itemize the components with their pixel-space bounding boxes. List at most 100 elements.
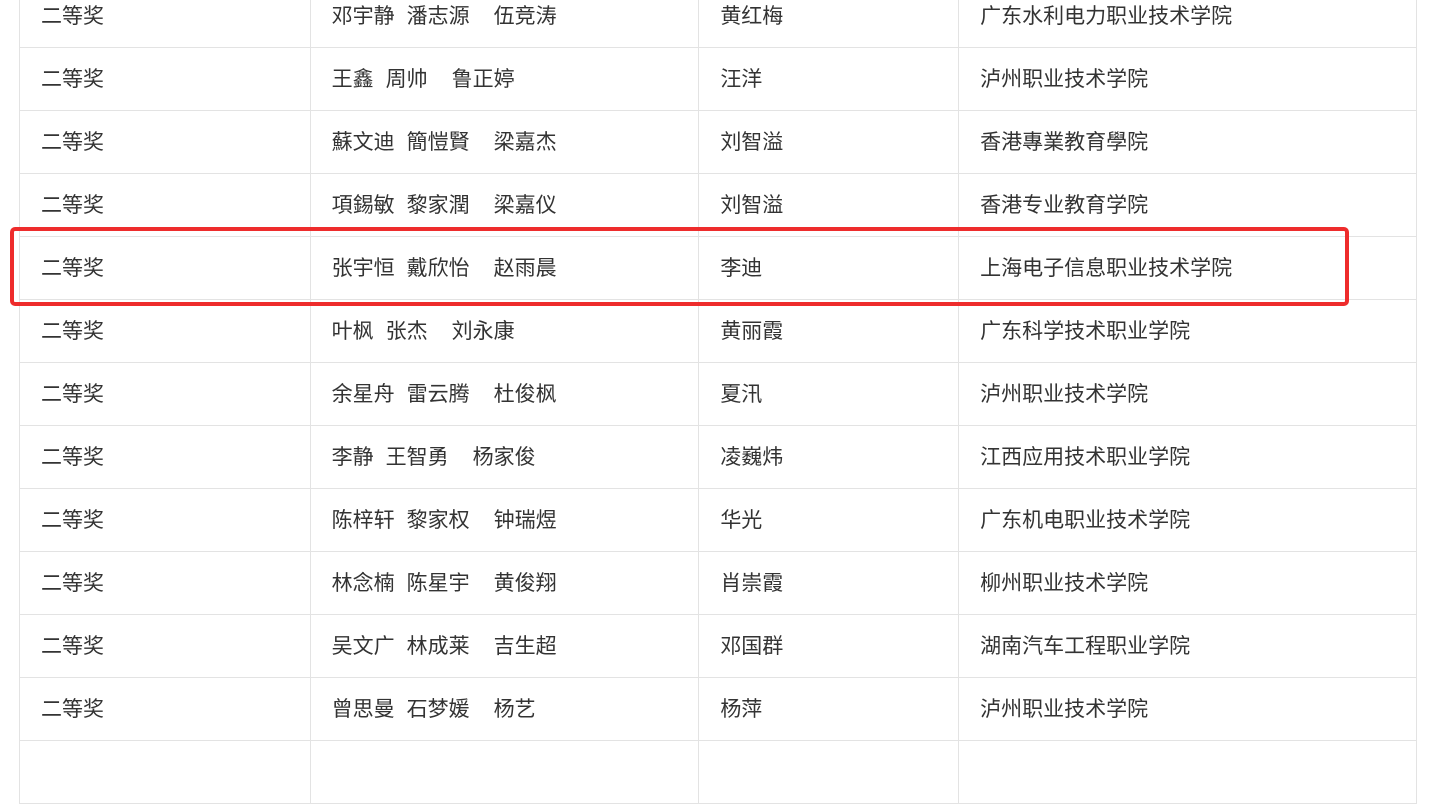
advisor-cell: 黄红梅 xyxy=(698,0,960,48)
team-member-name: 周帅 xyxy=(385,67,428,91)
team-member-name: 钟瑞煜 xyxy=(493,508,557,532)
team-member-name: 簡愷賢 xyxy=(406,130,470,154)
members-cell: 項錫敏 黎家潤 梁嘉仪 xyxy=(309,173,700,237)
school-cell: 广东科学技术职业学院 xyxy=(958,299,1417,363)
table-row: 二等奖 邓宇静 潘志源 伍竞涛 黄红梅 广东水利电力职业技术学院 xyxy=(19,0,1417,48)
team-member-name: 赵雨晨 xyxy=(493,256,557,280)
team-member-name: 黎家潤 xyxy=(406,193,470,217)
members-cell xyxy=(309,740,700,804)
team-member-name: 黄俊翔 xyxy=(493,571,557,595)
school-cell: 广东水利电力职业技术学院 xyxy=(958,0,1417,48)
members-cell: 余星舟 雷云腾 杜俊枫 xyxy=(309,362,700,426)
members-cell: 林念楠 陈星宇 黄俊翔 xyxy=(309,551,700,615)
award-cell: 二等奖 xyxy=(19,47,311,111)
members-cell: 蘇文迪 簡愷賢 梁嘉杰 xyxy=(309,110,700,174)
school-cell: 上海电子信息职业技术学院 xyxy=(958,236,1417,300)
advisor-cell: 刘智溢 xyxy=(698,110,960,174)
team-member-name: 伍竞涛 xyxy=(493,4,557,28)
team-member-name: 王智勇 xyxy=(385,445,449,469)
advisor-cell: 杨萍 xyxy=(698,677,960,741)
school-cell: 江西应用技术职业学院 xyxy=(958,425,1417,489)
members-cell: 李静 王智勇 杨家俊 xyxy=(309,425,700,489)
team-member-name: 吉生超 xyxy=(493,634,557,658)
team-member-name: 邓宇静 xyxy=(331,4,395,28)
team-member-name: 黎家权 xyxy=(406,508,470,532)
award-cell: 二等奖 xyxy=(19,173,311,237)
awards-table-body: 二等奖 邓宇静 潘志源 伍竞涛 黄红梅 广东水利电力职业技术学院 二等奖 王鑫 周帅 鲁正婷 汪洋泸… xyxy=(19,0,1417,804)
award-cell: 二等奖 xyxy=(19,488,311,552)
team-member-name: 张宇恒 xyxy=(331,256,395,280)
team-member-name: 杨家俊 xyxy=(472,445,536,469)
team-member-name: 石梦媛 xyxy=(406,697,470,721)
team-member-name: 項錫敏 xyxy=(331,193,395,217)
members-cell: 陈梓轩 黎家权 钟瑞煜 xyxy=(309,488,700,552)
team-member-name: 陈星宇 xyxy=(406,571,470,595)
table-row: 二等奖 陈梓轩 黎家权 钟瑞煜 华光 广东机电职业技术学院 xyxy=(19,488,1417,552)
award-cell: 二等奖 xyxy=(19,236,311,300)
school-cell: 湖南汽车工程职业学院 xyxy=(958,614,1417,678)
members-cell: 吴文广 林成莱 吉生超 xyxy=(309,614,700,678)
award-cell xyxy=(19,740,311,804)
team-member-name: 李静 xyxy=(331,445,374,469)
table-row: 二等奖 蘇文迪 簡愷賢 梁嘉杰 刘智溢 香港專業教育學院 xyxy=(19,110,1417,174)
team-member-name: 叶枫 xyxy=(331,319,374,343)
advisor-cell: 肖崇霞 xyxy=(698,551,960,615)
team-member-name: 余星舟 xyxy=(331,382,395,406)
school-cell xyxy=(958,740,1417,804)
advisor-cell: 夏汛 xyxy=(698,362,960,426)
award-cell: 二等奖 xyxy=(19,614,311,678)
team-member-name: 张杰 xyxy=(385,319,428,343)
school-cell: 香港專業教育學院 xyxy=(958,110,1417,174)
table-row: 二等奖 张宇恒 戴欣怡 赵雨晨 李迪 上海电子信息职业技术学院 xyxy=(19,236,1417,300)
advisor-cell: 汪洋 xyxy=(698,47,960,111)
table-row: 二等奖 余星舟 雷云腾 杜俊枫 夏汛 泸州职业技术学院 xyxy=(19,362,1417,426)
advisor-cell: 凌巍炜 xyxy=(698,425,960,489)
team-member-name: 梁嘉仪 xyxy=(493,193,557,217)
members-cell: 王鑫 周帅 鲁正婷 xyxy=(309,47,700,111)
members-cell: 曾思曼 石梦媛 杨艺 xyxy=(309,677,700,741)
table-row: 二等奖 叶枫 张杰 刘永康 黄丽霞 广东科学技术职业学院 xyxy=(19,299,1417,363)
table-row: 二等奖 李静 王智勇 杨家俊 凌巍炜 江西应用技术职业学院 xyxy=(19,425,1417,489)
team-member-name: 陈梓轩 xyxy=(331,508,395,532)
table-row: 二等奖 曾思曼 石梦媛 杨艺 杨萍 泸州职业技术学院 xyxy=(19,677,1417,741)
award-cell: 二等奖 xyxy=(19,551,311,615)
team-member-name: 林成莱 xyxy=(406,634,470,658)
school-cell: 广东机电职业技术学院 xyxy=(958,488,1417,552)
award-cell: 二等奖 xyxy=(19,425,311,489)
team-member-name: 雷云腾 xyxy=(406,382,470,406)
award-cell: 二等奖 xyxy=(19,362,311,426)
award-cell: 二等奖 xyxy=(19,299,311,363)
team-member-name: 曾思曼 xyxy=(331,697,395,721)
team-member-name: 杨艺 xyxy=(493,697,536,721)
awards-table: 二等奖 邓宇静 潘志源 伍竞涛 黄红梅 广东水利电力职业技术学院 二等奖 王鑫 周帅 鲁正婷 汪洋泸… xyxy=(19,0,1417,804)
advisor-cell: 华光 xyxy=(698,488,960,552)
advisor-cell: 黄丽霞 xyxy=(698,299,960,363)
members-cell: 邓宇静 潘志源 伍竞涛 xyxy=(309,0,700,48)
school-cell: 泸州职业技术学院 xyxy=(958,47,1417,111)
team-member-name: 林念楠 xyxy=(331,571,395,595)
table-row: 二等奖 林念楠 陈星宇 黄俊翔 肖崇霞 柳州职业技术学院 xyxy=(19,551,1417,615)
advisor-cell: 邓国群 xyxy=(698,614,960,678)
table-row: 二等奖 項錫敏 黎家潤 梁嘉仪 刘智溢 香港专业教育学院 xyxy=(19,173,1417,237)
team-member-name: 潘志源 xyxy=(406,4,470,28)
table-row xyxy=(19,740,1417,804)
award-cell: 二等奖 xyxy=(19,677,311,741)
award-cell: 二等奖 xyxy=(19,110,311,174)
table-row: 二等奖 吴文广 林成莱 吉生超 邓国群 湖南汽车工程职业学院 xyxy=(19,614,1417,678)
school-cell: 泸州职业技术学院 xyxy=(958,362,1417,426)
advisor-cell: 刘智溢 xyxy=(698,173,960,237)
table-row: 二等奖 王鑫 周帅 鲁正婷 汪洋 泸州职业技术学院 xyxy=(19,47,1417,111)
school-cell: 香港专业教育学院 xyxy=(958,173,1417,237)
team-member-name: 刘永康 xyxy=(451,319,515,343)
team-member-name: 鲁正婷 xyxy=(451,67,515,91)
team-member-name: 杜俊枫 xyxy=(493,382,557,406)
advisor-cell xyxy=(698,740,960,804)
school-cell: 柳州职业技术学院 xyxy=(958,551,1417,615)
members-cell: 张宇恒 戴欣怡 赵雨晨 xyxy=(309,236,700,300)
award-cell: 二等奖 xyxy=(19,0,311,48)
team-member-name: 蘇文迪 xyxy=(331,130,395,154)
team-member-name: 梁嘉杰 xyxy=(493,130,557,154)
team-member-name: 吴文广 xyxy=(331,634,395,658)
team-member-name: 戴欣怡 xyxy=(406,256,470,280)
team-member-name: 王鑫 xyxy=(331,67,374,91)
